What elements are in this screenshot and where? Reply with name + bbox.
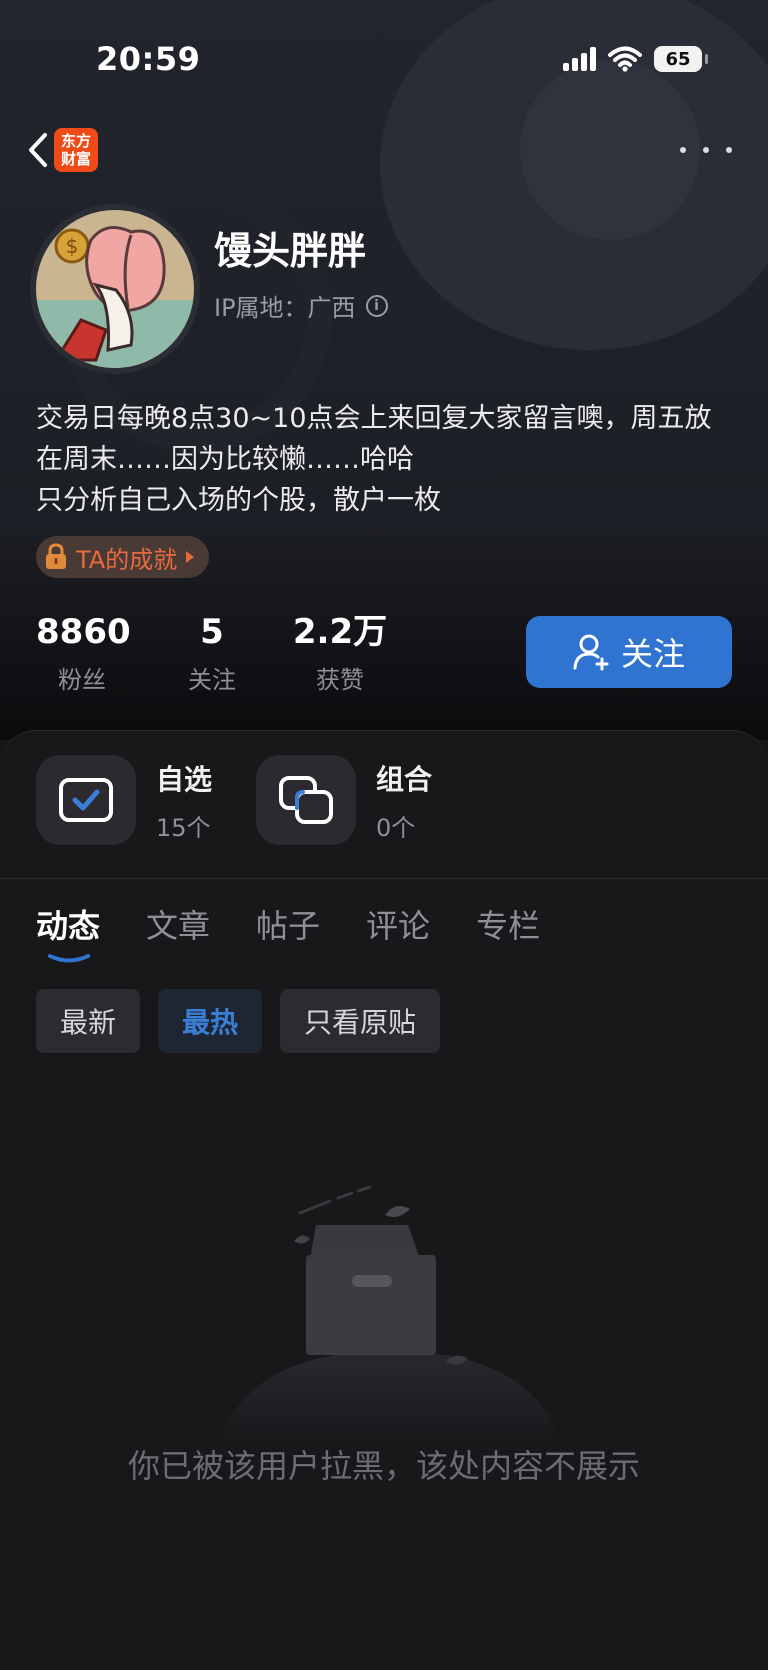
decorative-smiley	[520, 60, 700, 240]
ip-location-text: IP属地：广西	[214, 294, 356, 322]
more-dot-icon	[726, 147, 732, 153]
watchlist-check-icon	[59, 778, 113, 822]
status-time: 20:59	[96, 40, 201, 78]
watchlist-icon-tile	[36, 755, 136, 845]
achievement-button[interactable]: TA的成就	[36, 536, 210, 578]
chevron-left-icon	[29, 133, 47, 167]
filter-chips: 最新 最热 只看原贴	[36, 989, 441, 1053]
stat-following[interactable]: 5 关注	[180, 612, 244, 695]
brand-logo-line1: 东方	[60, 132, 91, 150]
filter-hottest[interactable]: 最热	[158, 989, 263, 1053]
quick-entry-title: 组合	[376, 762, 433, 796]
avatar[interactable]: $	[36, 210, 194, 368]
cellular-signal-icon	[563, 47, 596, 71]
active-tab-indicator	[48, 954, 90, 963]
stat-value: 2.2万	[292, 612, 388, 652]
tab-articles[interactable]: 文章	[146, 901, 210, 947]
quick-entry-watchlist[interactable]: 自选 15个	[36, 755, 212, 845]
portfolio-overlap-icon	[279, 776, 333, 824]
tab-label: 专栏	[476, 907, 541, 945]
quick-entry-title: 自选	[156, 762, 213, 796]
stat-followers[interactable]: 8860 粉丝	[36, 612, 131, 695]
svg-text:$: $	[66, 234, 79, 258]
tab-dynamics[interactable]: 动态	[36, 901, 101, 963]
stat-likes[interactable]: 2.2万 获赞	[292, 612, 388, 695]
back-button[interactable]	[18, 128, 58, 172]
more-options-button[interactable]	[680, 132, 732, 168]
ip-location-row: IP属地：广西 i	[214, 288, 388, 323]
tab-label: 帖子	[256, 907, 321, 945]
tab-label: 评论	[366, 907, 431, 945]
profile-page: 20:59 65 东方 财富 $ 馒头胖胖 IP属地：广西 i 交易日每晚8点3…	[0, 0, 768, 1670]
stat-label: 关注	[188, 666, 236, 694]
username: 馒头胖胖	[214, 229, 367, 273]
tab-label: 动态	[36, 907, 101, 945]
quick-entry-count: 0个	[376, 813, 416, 842]
status-icons: 65	[563, 46, 708, 72]
wifi-icon	[608, 46, 642, 72]
lock-icon	[46, 543, 66, 569]
bio: 交易日每晚8点30~10点会上来回复大家留言噢，周五放 在周末……因为比较懒………	[36, 398, 736, 521]
info-icon[interactable]: i	[365, 294, 388, 317]
avatar-peach-image: $	[36, 210, 194, 368]
empty-state-message: 你已被该用户拉黑，该处内容不展示	[127, 1447, 640, 1485]
battery-icon: 65	[654, 46, 708, 72]
quick-entry-portfolio[interactable]: 组合 0个	[256, 755, 432, 845]
stat-label: 获赞	[316, 666, 364, 694]
bio-line: 只分析自己入场的个股，散户一枚	[36, 485, 441, 516]
filter-original-only[interactable]: 只看原贴	[280, 989, 441, 1053]
portfolio-icon-tile	[256, 755, 356, 845]
content-card: 自选 15个 组合 0个 动态 文章 帖子 评论 专栏 最新 最热 只看原贴 你…	[0, 730, 768, 1670]
bio-line: 交易日每晚8点30~10点会上来回复大家留言噢，周五放	[36, 403, 712, 434]
brand-logo-line2: 财富	[60, 150, 91, 168]
stat-label: 粉丝	[58, 666, 106, 694]
more-dot-icon	[680, 147, 686, 153]
filter-latest[interactable]: 最新	[36, 989, 141, 1053]
quick-entry-count: 15个	[156, 813, 211, 842]
content-tabs: 动态 文章 帖子 评论 专栏	[36, 901, 540, 963]
section-divider	[0, 878, 768, 879]
tab-label: 文章	[146, 907, 211, 945]
more-dot-icon	[703, 147, 709, 153]
empty-box-illustration	[220, 1185, 560, 1441]
tab-columns[interactable]: 专栏	[476, 901, 540, 947]
bio-line: 在周末……因为比较懒……哈哈	[36, 444, 414, 475]
tab-posts[interactable]: 帖子	[256, 901, 320, 947]
follow-button-label: 关注	[620, 635, 685, 673]
brand-logo: 东方 财富	[54, 128, 98, 172]
caret-right-icon	[186, 551, 195, 563]
achievement-label: TA的成就	[76, 545, 178, 574]
stat-value: 5	[200, 612, 224, 652]
add-user-icon	[573, 634, 609, 671]
stat-value: 8860	[36, 612, 131, 652]
tab-comments[interactable]: 评论	[366, 901, 430, 947]
follow-button[interactable]: 关注	[526, 616, 732, 688]
